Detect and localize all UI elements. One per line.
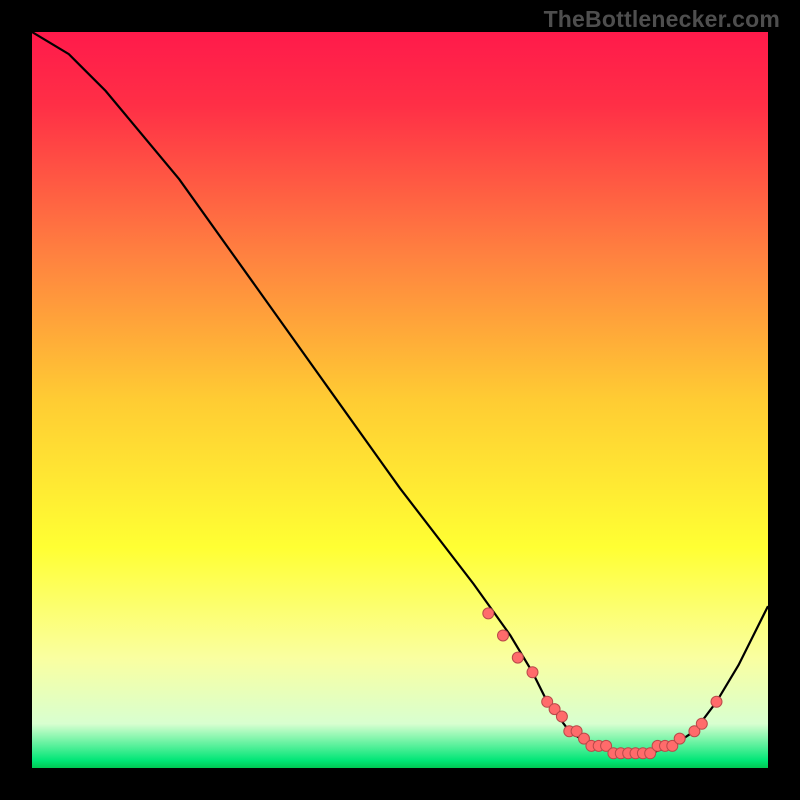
highlight-dot xyxy=(696,718,707,729)
chart-frame: TheBottlenecker.com xyxy=(0,0,800,800)
watermark-text: TheBottlenecker.com xyxy=(544,6,780,33)
highlight-dot xyxy=(674,733,685,744)
highlight-dot xyxy=(527,667,538,678)
bottleneck-chart xyxy=(32,32,768,768)
highlight-dot xyxy=(483,608,494,619)
highlight-dot xyxy=(711,696,722,707)
highlight-dot xyxy=(556,711,567,722)
highlight-dot xyxy=(512,652,523,663)
highlight-dot xyxy=(498,630,509,641)
gradient-background xyxy=(32,32,768,768)
plot-area xyxy=(32,32,768,768)
